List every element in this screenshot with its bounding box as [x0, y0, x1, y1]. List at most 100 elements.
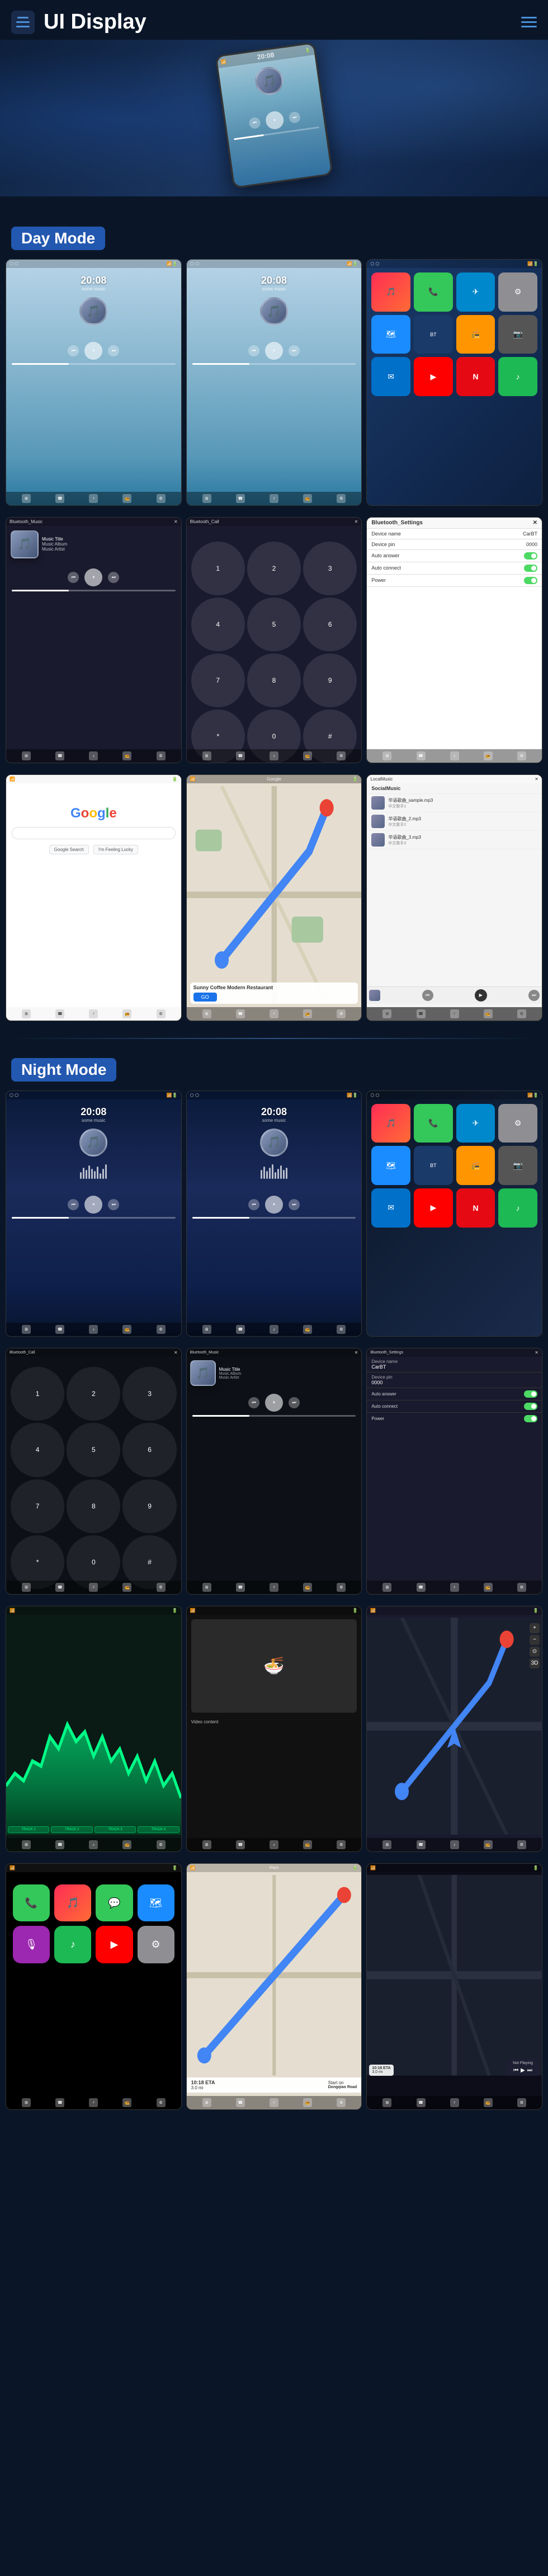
tb-2[interactable]: ☎: [55, 1840, 64, 1849]
btc-4[interactable]: 📻: [303, 751, 312, 760]
nav-icon-2[interactable]: ☎: [55, 494, 64, 503]
lm-item-2[interactable]: 华语歌曲_2.mp3 中文歌手2: [367, 812, 542, 831]
trk-4[interactable]: TRACK 4: [138, 1826, 179, 1833]
lm-item-1[interactable]: 华语歌曲_sample.mp3 中文歌手1: [367, 794, 542, 812]
mb-5[interactable]: ⚙: [337, 1009, 346, 1018]
ndb-2[interactable]: ☎: [236, 2098, 245, 2107]
mini-prev[interactable]: ⏮: [422, 990, 433, 1001]
night-play-2[interactable]: ⏸: [265, 1196, 283, 1214]
camera-app-icon[interactable]: 📷: [498, 315, 537, 354]
dial-4[interactable]: 4: [191, 598, 245, 651]
cp-phone[interactable]: 📞: [13, 1884, 50, 1921]
night-dial-8[interactable]: 8: [67, 1479, 120, 1533]
cpb-3[interactable]: ♪: [89, 2098, 98, 2107]
next-1[interactable]: ⏭: [108, 345, 119, 356]
prev-btn[interactable]: ⏮: [248, 117, 261, 130]
night-music-icon[interactable]: 🎵: [371, 1104, 410, 1143]
nb-5[interactable]: ⚙: [517, 1840, 526, 1849]
dial-2[interactable]: 2: [247, 542, 301, 595]
dial-5[interactable]: 5: [247, 598, 301, 651]
night-next-1[interactable]: ⏭: [108, 1199, 119, 1210]
gb-1[interactable]: ⊞: [22, 1009, 31, 1018]
cpb-5[interactable]: ⚙: [157, 2098, 166, 2107]
nb2-3[interactable]: ♪: [270, 1325, 278, 1334]
dial-1[interactable]: 1: [191, 542, 245, 595]
mini-next[interactable]: ⏭: [528, 990, 540, 1001]
mb-1[interactable]: ⊞: [202, 1009, 211, 1018]
night-dial-9[interactable]: 9: [122, 1479, 176, 1533]
play-btn[interactable]: ⏸: [264, 110, 285, 130]
ncb-4[interactable]: 📻: [122, 1583, 131, 1592]
bb-icon-1[interactable]: ⊞: [202, 494, 211, 503]
nbs-5[interactable]: ⚙: [517, 1583, 526, 1592]
fb-5[interactable]: ⚙: [337, 1840, 346, 1849]
radio-app-icon[interactable]: 📻: [456, 315, 495, 354]
gb-3[interactable]: ♪: [89, 1009, 98, 1018]
gb-4[interactable]: 📻: [122, 1009, 131, 1018]
nav-icon-5[interactable]: ⚙: [157, 494, 166, 503]
night-youtube-icon[interactable]: ▶: [414, 1188, 453, 1228]
lmb-2[interactable]: ☎: [417, 1009, 426, 1018]
bts-5[interactable]: ⚙: [517, 751, 526, 760]
nb-1[interactable]: ⊞: [382, 1840, 391, 1849]
power-toggle[interactable]: [524, 577, 537, 584]
btm-2[interactable]: ☎: [55, 751, 64, 760]
night-auto-answer-toggle[interactable]: [524, 1390, 537, 1398]
night-dial-3[interactable]: 3: [122, 1367, 176, 1421]
bt-app-icon[interactable]: BT: [414, 315, 453, 354]
gb-5[interactable]: ⚙: [157, 1009, 166, 1018]
bb-icon-3[interactable]: ♪: [270, 494, 278, 503]
btm-4[interactable]: 📻: [122, 751, 131, 760]
bts-4[interactable]: 📻: [484, 751, 493, 760]
npb-4[interactable]: 📻: [484, 2098, 493, 2107]
mini-play[interactable]: ▶: [475, 989, 487, 1002]
cp-messages[interactable]: 💬: [96, 1884, 133, 1921]
fb-3[interactable]: ♪: [270, 1840, 278, 1849]
nb2-4[interactable]: 📻: [303, 1325, 312, 1334]
cp-maps[interactable]: 🗺: [138, 1884, 174, 1921]
maps-app-icon[interactable]: 🗺: [371, 315, 410, 354]
tb-1[interactable]: ⊞: [22, 1840, 31, 1849]
go-button[interactable]: GO: [193, 993, 217, 1002]
btc-3[interactable]: ♪: [270, 751, 278, 760]
nb1-4[interactable]: 📻: [122, 1325, 131, 1334]
bts-1[interactable]: ⊞: [382, 751, 391, 760]
ndb-3[interactable]: ♪: [270, 2098, 278, 2107]
night-dial-7[interactable]: 7: [11, 1479, 64, 1533]
nb-3[interactable]: ♪: [450, 1840, 459, 1849]
trk-1[interactable]: TRACK 1: [8, 1826, 49, 1833]
npb-2[interactable]: ☎: [417, 2098, 426, 2107]
np-play[interactable]: ▶: [521, 2067, 525, 2074]
np-next[interactable]: ⏭: [527, 2067, 532, 2074]
night-dial-5[interactable]: 5: [67, 1423, 120, 1477]
mail-app-icon[interactable]: ✉: [371, 357, 410, 396]
ncb-1[interactable]: ⊞: [22, 1583, 31, 1592]
food-video[interactable]: 🍜: [191, 1619, 357, 1713]
fb-1[interactable]: ⊞: [202, 1840, 211, 1849]
nb1-2[interactable]: ☎: [55, 1325, 64, 1334]
night-netflix-icon[interactable]: N: [456, 1188, 495, 1228]
night-settings-icon[interactable]: ⚙: [498, 1104, 537, 1143]
tb-4[interactable]: 📻: [122, 1840, 131, 1849]
night-dial-4[interactable]: 4: [11, 1423, 64, 1477]
nbm-5[interactable]: ⚙: [337, 1583, 346, 1592]
night-bt-next[interactable]: ⏭: [289, 1397, 300, 1408]
nav-icon-1[interactable]: ⊞: [22, 494, 31, 503]
mb-2[interactable]: ☎: [236, 1009, 245, 1018]
bb-icon-5[interactable]: ⚙: [337, 494, 346, 503]
nav-icon-4[interactable]: 📻: [122, 494, 131, 503]
night-dial-2[interactable]: 2: [67, 1367, 120, 1421]
cpb-4[interactable]: 📻: [122, 2098, 131, 2107]
lmb-5[interactable]: ⚙: [517, 1009, 526, 1018]
night-power-toggle[interactable]: [524, 1415, 537, 1422]
nb1-3[interactable]: ♪: [89, 1325, 98, 1334]
next-2[interactable]: ⏭: [289, 345, 300, 356]
trk-3[interactable]: TRACK 3: [95, 1826, 136, 1833]
night-bt-prev[interactable]: ⏮: [248, 1397, 259, 1408]
auto-answer-toggle[interactable]: [524, 552, 537, 560]
night-telegram-icon[interactable]: ✈: [456, 1104, 495, 1143]
nb2-1[interactable]: ⊞: [202, 1325, 211, 1334]
google-lucky-btn[interactable]: I'm Feeling Lucky: [93, 845, 138, 854]
ncb-2[interactable]: ☎: [55, 1583, 64, 1592]
night-bt-play[interactable]: ⏸: [265, 1394, 283, 1412]
